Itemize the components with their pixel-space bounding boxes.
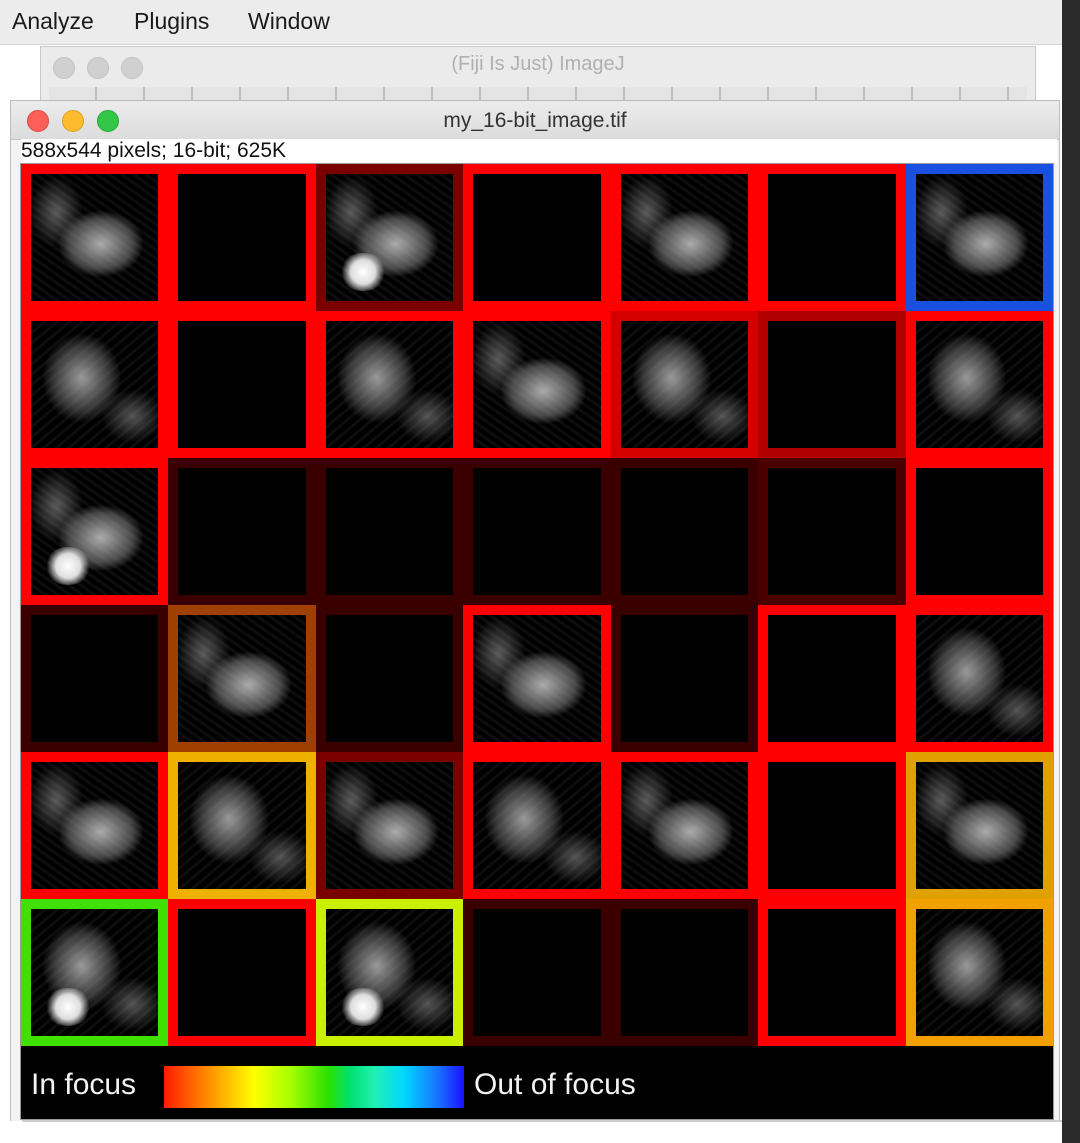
- desktop-edge: [1062, 0, 1080, 1143]
- legend-out-of-focus-label: Out of focus: [474, 1068, 636, 1101]
- window-bottom-divider: [22, 1120, 1062, 1122]
- legend-color-bar: [164, 1066, 464, 1108]
- focus-tile: [905, 458, 1053, 605]
- image-canvas[interactable]: In focus Out of focus: [20, 163, 1054, 1120]
- legend-in-focus-label: In focus: [31, 1068, 137, 1101]
- focus-tile: [315, 311, 464, 458]
- image-window-title: my_16-bit_image.tif: [443, 109, 627, 132]
- menu-window[interactable]: Window: [248, 8, 330, 35]
- focus-tile: [905, 164, 1053, 311]
- focus-tile: [315, 899, 464, 1046]
- focus-tile: [463, 458, 611, 605]
- focus-tile: [21, 899, 169, 1046]
- focus-tile: [758, 899, 906, 1046]
- focus-tile: [463, 899, 611, 1046]
- focus-tile: [21, 752, 169, 899]
- focus-legend: In focus Out of focus: [21, 1048, 1053, 1118]
- focus-tile: [610, 164, 759, 311]
- focus-tile: [21, 458, 169, 605]
- fiji-window-title: (Fiji Is Just) ImageJ: [451, 53, 625, 75]
- focus-tile: [21, 311, 169, 458]
- menu-plugins[interactable]: Plugins: [134, 8, 209, 35]
- focus-tile: [610, 752, 759, 899]
- focus-tile: [463, 311, 611, 458]
- focus-tile: [315, 164, 464, 311]
- focus-tile: [315, 752, 464, 899]
- focus-tile: [315, 458, 464, 605]
- focus-tile: [463, 605, 611, 752]
- focus-tile: [758, 311, 906, 458]
- focus-tile: [758, 164, 906, 311]
- focus-tile: [905, 311, 1053, 458]
- focus-tile: [905, 899, 1053, 1046]
- focus-tile: [21, 605, 169, 752]
- focus-tile: [168, 164, 316, 311]
- focus-tile: [905, 605, 1053, 752]
- focus-tile: [905, 752, 1053, 899]
- menu-bar: Analyze Plugins Window: [0, 0, 1062, 45]
- focus-tile: [21, 164, 169, 311]
- focus-tile: [610, 899, 759, 1046]
- focus-tile: [463, 164, 611, 311]
- image-info-text: 588x544 pixels; 16-bit; 625K: [21, 139, 1057, 163]
- focus-tile: [758, 752, 906, 899]
- focus-tile: [168, 752, 316, 899]
- image-window-titlebar[interactable]: my_16-bit_image.tif: [11, 101, 1059, 140]
- fiji-main-window[interactable]: (Fiji Is Just) ImageJ: [40, 46, 1036, 107]
- focus-tile: [463, 752, 611, 899]
- focus-tile: [758, 605, 906, 752]
- focus-tile: [758, 458, 906, 605]
- focus-tile: [168, 899, 316, 1046]
- focus-tile: [168, 605, 316, 752]
- focus-tile: [168, 311, 316, 458]
- focus-tile: [315, 605, 464, 752]
- focus-tile: [610, 458, 759, 605]
- focus-tile: [168, 458, 316, 605]
- focus-tile-grid: [21, 164, 1053, 1046]
- menu-analyze[interactable]: Analyze: [12, 8, 94, 35]
- focus-tile: [610, 605, 759, 752]
- focus-tile: [610, 311, 759, 458]
